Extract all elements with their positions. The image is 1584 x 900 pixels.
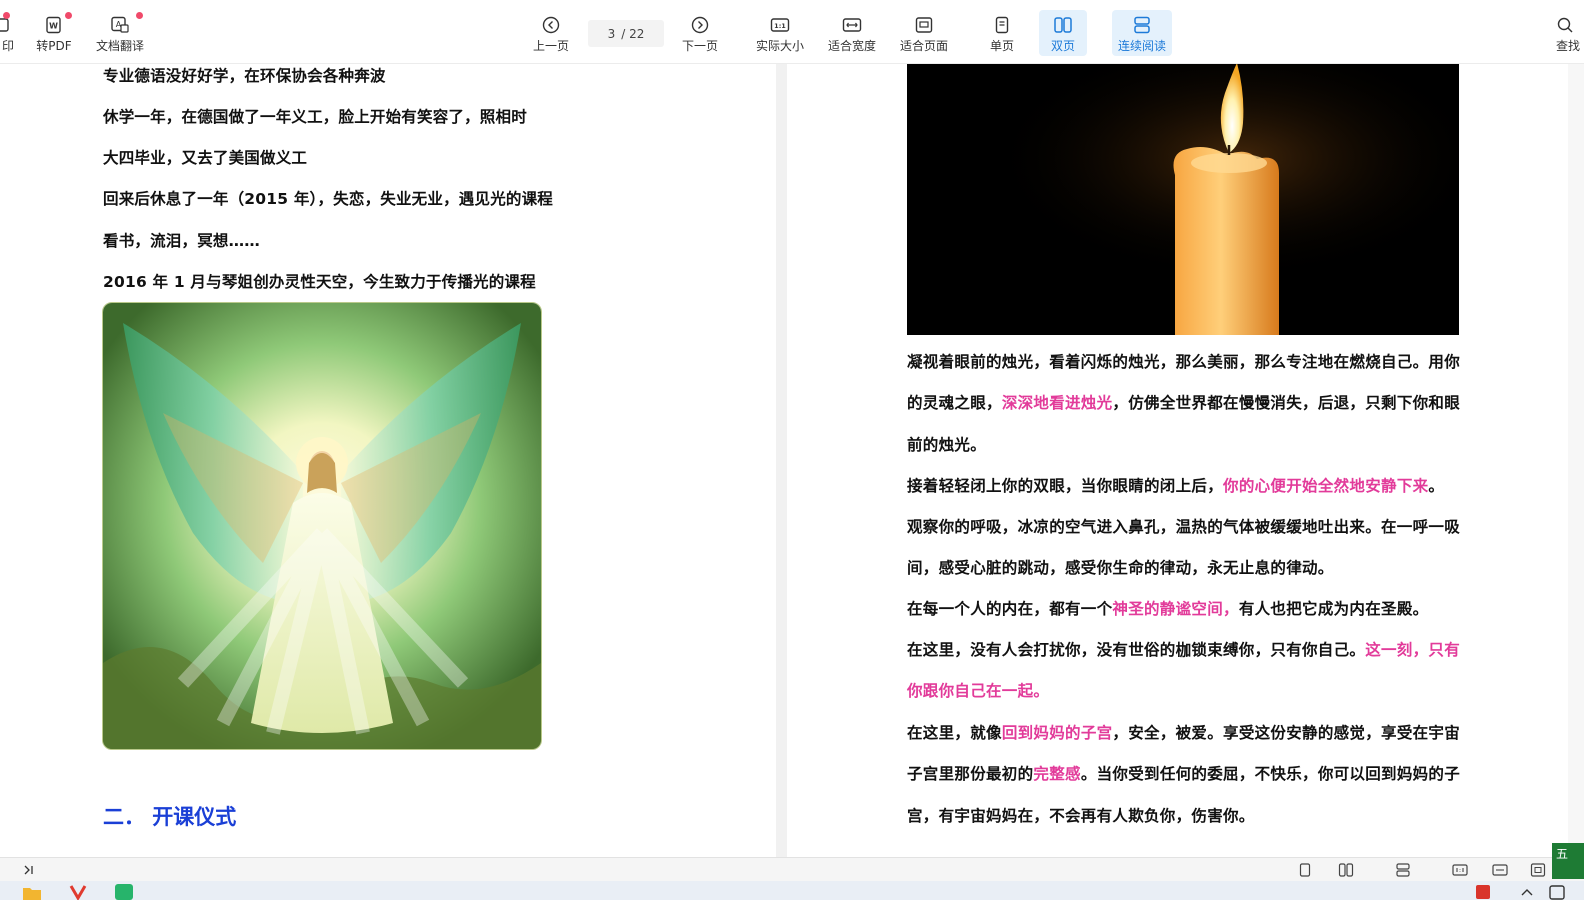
actual-size-label: 实际大小 — [755, 39, 804, 53]
fit-width-icon — [842, 18, 862, 32]
text-line: 休学一年，在德国做了一年义工，脸上开始有笑容了，照相时 — [103, 108, 527, 126]
print-label: 印 — [1, 39, 14, 53]
prev-page-label: 上一页 — [532, 39, 569, 53]
fit-width-icon[interactable] — [1492, 863, 1508, 877]
left-page: 专业德语没好好学，在环保协会各种奔波 休学一年，在德国做了一年义工，脸上开始有笑… — [0, 63, 776, 857]
translate-label: 文档翻译 — [95, 39, 144, 53]
svg-text:W: W — [49, 22, 58, 31]
ime-label: 五 — [1556, 847, 1569, 861]
notification-icon[interactable] — [1548, 884, 1566, 900]
fit-width-label: 适合宽度 — [827, 39, 876, 53]
actual-size-button[interactable]: 1:1 实际大小 — [752, 10, 808, 56]
chevron-up-icon[interactable] — [1520, 886, 1534, 898]
section-title: 二． 开课仪式 — [103, 805, 237, 829]
next-page-label: 下一页 — [681, 39, 718, 53]
text-line: 专业德语没好好学，在环保协会各种奔波 — [103, 67, 386, 85]
total-pages: / 22 — [621, 26, 645, 41]
highlight-text: 深深地看进烛光 — [1001, 394, 1113, 413]
document-viewport[interactable]: 专业德语没好好学，在环保协会各种奔波 休学一年，在德国做了一年义工，脸上开始有笑… — [0, 63, 1584, 857]
angel-image — [102, 302, 542, 750]
fit-page-icon — [915, 17, 933, 33]
to-pdf-button[interactable]: W 转PDF — [34, 10, 74, 56]
highlight-text: 神圣的静谧空间， — [1112, 600, 1239, 618]
highlight-text: 你的心便开始全然地安静下来 — [1223, 477, 1429, 495]
chevron-left-circle-icon — [542, 16, 560, 34]
single-page-label: 单页 — [989, 39, 1014, 53]
wps-pdf-icon[interactable] — [68, 884, 88, 900]
paragraph: 接着轻轻闭上你的双眼，当你眼睛的闭上后，你的心便开始全然地安静下来。 — [907, 477, 1445, 495]
text-line: 回来后休息了一年（2015 年），失恋，失业无业，遇见光的课程 — [103, 190, 553, 208]
translate-icon: A — [111, 16, 129, 33]
double-page-icon[interactable] — [1338, 863, 1354, 877]
app-icon[interactable] — [114, 883, 134, 900]
highlight-text: 完整感 — [1033, 765, 1081, 784]
fit-page-icon[interactable] — [1530, 863, 1546, 877]
svg-text:1:1: 1:1 — [774, 22, 786, 30]
ime-indicator[interactable]: 五 — [1552, 843, 1584, 879]
single-page-icon[interactable] — [1298, 863, 1312, 877]
expand-sidebar-icon[interactable] — [22, 863, 36, 877]
taskbar — [0, 881, 1584, 900]
current-page[interactable]: 3 — [608, 27, 616, 41]
paragraph: 在每一个人的内在，都有一个神圣的静谧空间，有人也把它成为内在圣殿。 — [907, 600, 1429, 618]
toolbar: 印 W 转PDF A 文档翻译 上一页 3 / 22 下一页 1:1 实际大小 … — [0, 0, 1584, 64]
chevron-right-circle-icon — [691, 16, 709, 34]
word-to-pdf-icon: W — [46, 16, 61, 34]
search-button[interactable]: 查找 — [1556, 10, 1584, 56]
search-label: 查找 — [1556, 39, 1581, 53]
continuous-reading-button[interactable]: 连续阅读 — [1112, 10, 1172, 56]
page-number-field[interactable]: 3 / 22 — [588, 20, 664, 47]
candle-illustration — [907, 63, 1459, 335]
continuous-reading-icon[interactable] — [1395, 863, 1411, 877]
right-page: 凝视着眼前的烛光，看着闪烁的烛光，那么美丽，那么专注地在燃烧自己。用你的灵魂之眼… — [787, 63, 1568, 857]
paragraph: 在这里，就像回到妈妈的子宫，安全，被爱。享受这份安静的感觉，享受在宇宙子宫里那份… — [907, 724, 1461, 825]
text-line: 看书，流泪，冥想…… — [103, 232, 261, 250]
translate-button[interactable]: A 文档翻译 — [94, 10, 146, 56]
single-page-button[interactable]: 单页 — [980, 10, 1024, 56]
continuous-reading-icon — [1134, 16, 1150, 34]
to-pdf-label: 转PDF — [36, 39, 72, 53]
print-badge — [3, 12, 10, 19]
angel-illustration — [103, 303, 541, 749]
tray-app-icon[interactable] — [1474, 883, 1492, 900]
to-pdf-badge — [65, 12, 72, 19]
double-page-button[interactable]: 双页 — [1039, 10, 1087, 56]
fit-page-button[interactable]: 适合页面 — [896, 10, 952, 56]
paragraph: 凝视着眼前的烛光，看着闪烁的烛光，那么美丽，那么专注地在燃烧自己。用你的灵魂之眼… — [907, 353, 1461, 454]
text-line: 2016 年 1 月与琴姐创办灵性天空，今生致力于传播光的课程 — [103, 273, 536, 291]
next-page-button[interactable]: 下一页 — [679, 10, 721, 56]
vertical-scrollbar[interactable] — [1568, 63, 1584, 857]
double-page-label: 双页 — [1050, 39, 1075, 53]
actual-size-icon[interactable] — [1452, 863, 1468, 877]
print-icon — [0, 18, 9, 32]
paragraph: 观察你的呼吸，冰凉的空气进入鼻孔，温热的气体被缓缓地吐出来。在一呼一吸间，感受心… — [907, 518, 1461, 578]
actual-size-icon: 1:1 — [770, 18, 790, 32]
translate-badge — [136, 12, 143, 19]
double-page-icon — [1054, 17, 1072, 33]
single-page-icon — [995, 16, 1009, 34]
prev-page-button[interactable]: 上一页 — [530, 10, 572, 56]
fit-page-label: 适合页面 — [899, 39, 948, 53]
print-button[interactable]: 印 — [0, 10, 16, 56]
text-line: 大四毕业，又去了美国做义工 — [103, 149, 308, 167]
status-bar — [0, 857, 1584, 882]
candle-image — [907, 63, 1459, 335]
highlight-text: 回到妈妈的子宫 — [1001, 724, 1113, 742]
paragraph: 在这里，没有人会打扰你，没有世俗的枷锁束缚你，只有你自己。这一刻，只有你跟你自己… — [907, 641, 1461, 701]
continuous-reading-label: 连续阅读 — [1117, 39, 1166, 53]
fit-width-button[interactable]: 适合宽度 — [824, 10, 880, 56]
search-icon — [1557, 17, 1573, 33]
folder-icon[interactable] — [22, 884, 42, 900]
